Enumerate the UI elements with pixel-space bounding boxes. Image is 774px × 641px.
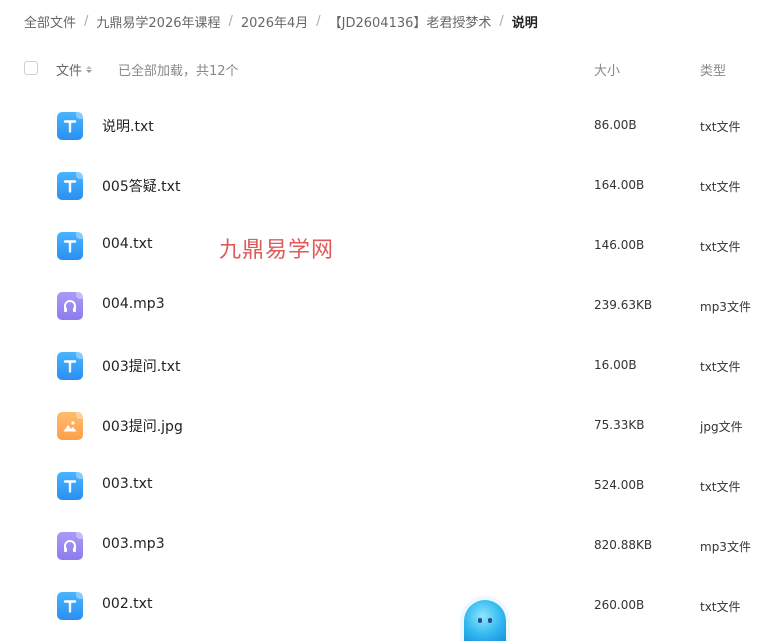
file-type: mp3文件: [700, 300, 751, 314]
breadcrumb-item-all-files[interactable]: 全部文件: [24, 12, 76, 31]
file-name[interactable]: 003提问.jpg: [102, 416, 183, 436]
file-row[interactable]: 说明.txt 86.00B txt文件: [0, 96, 774, 156]
file-name[interactable]: 003.txt: [102, 476, 152, 492]
name-column-label: 文件: [56, 64, 83, 79]
txt-file-icon: [57, 232, 83, 260]
file-type: txt文件: [700, 180, 741, 194]
file-type: txt文件: [700, 600, 741, 614]
file-name[interactable]: 002.txt: [102, 596, 152, 612]
breadcrumb-separator: /: [499, 13, 504, 29]
image-file-icon: [57, 412, 83, 440]
file-name[interactable]: 005答疑.txt: [102, 176, 180, 196]
file-row[interactable]: 002.txt 260.00B txt文件: [0, 576, 774, 636]
file-size: 16.00B: [594, 358, 637, 372]
file-type: txt文件: [700, 480, 741, 494]
breadcrumb: 全部文件 / 九鼎易学2026年课程 / 2026年4月 / 【JD260413…: [24, 9, 538, 33]
file-size: 820.88KB: [594, 538, 653, 552]
file-row[interactable]: 004.txt 146.00B txt文件: [0, 216, 774, 276]
sort-by-name-button[interactable]: 文件: [56, 60, 93, 79]
file-name[interactable]: 003提问.txt: [102, 356, 180, 376]
file-name[interactable]: 004.mp3: [102, 296, 165, 312]
select-all-checkbox[interactable]: [24, 61, 38, 75]
file-row[interactable]: 005答疑.txt 164.00B txt文件: [0, 156, 774, 216]
breadcrumb-separator: /: [84, 13, 89, 29]
file-name[interactable]: 说明.txt: [102, 116, 154, 136]
size-column-label[interactable]: 大小: [594, 60, 620, 79]
breadcrumb-separator: /: [228, 13, 233, 29]
file-row[interactable]: 003提问.txt 16.00B txt文件: [0, 336, 774, 396]
file-type: txt文件: [700, 240, 741, 254]
file-row[interactable]: 003提问.jpg 75.33KB jpg文件: [0, 396, 774, 456]
breadcrumb-item-lesson[interactable]: 【JD2604136】老君授梦术: [329, 12, 492, 31]
file-size: 524.00B: [594, 478, 645, 492]
file-name[interactable]: 004.txt: [102, 236, 152, 252]
file-type: txt文件: [700, 360, 741, 374]
type-column-label[interactable]: 类型: [700, 60, 726, 79]
file-row[interactable]: 003.txt 524.00B txt文件: [0, 456, 774, 516]
sort-icon: [86, 66, 93, 73]
assistant-mascot-icon[interactable]: [464, 600, 506, 641]
breadcrumb-item-month[interactable]: 2026年4月: [241, 12, 308, 31]
breadcrumb-item-course[interactable]: 九鼎易学2026年课程: [96, 12, 220, 31]
txt-file-icon: [57, 352, 83, 380]
file-type: txt文件: [700, 120, 741, 134]
file-name[interactable]: 003.mp3: [102, 536, 165, 552]
watermark-text: 九鼎易学网: [219, 238, 335, 263]
file-size: 86.00B: [594, 118, 637, 132]
mascot-eye: [478, 618, 482, 623]
file-row[interactable]: 004.mp3 239.63KB mp3文件: [0, 276, 774, 336]
breadcrumb-current: 说明: [511, 15, 538, 31]
audio-file-icon: [57, 292, 83, 320]
file-size: 164.00B: [594, 178, 645, 192]
audio-file-icon: [57, 532, 83, 560]
txt-file-icon: [57, 592, 83, 620]
file-list: 说明.txt 86.00B txt文件 005答疑.txt 164.00B tx…: [0, 96, 774, 636]
breadcrumb-separator: /: [316, 13, 321, 29]
file-size: 239.63KB: [594, 298, 653, 312]
file-size: 260.00B: [594, 598, 645, 612]
txt-file-icon: [57, 172, 83, 200]
file-type: mp3文件: [700, 540, 751, 554]
file-size: 146.00B: [594, 238, 645, 252]
txt-file-icon: [57, 472, 83, 500]
file-size: 75.33KB: [594, 418, 645, 432]
txt-file-icon: [57, 112, 83, 140]
mascot-eye: [488, 618, 492, 623]
loaded-count-note: 已全部加载，共12个: [118, 64, 239, 79]
file-row[interactable]: 003.mp3 820.88KB mp3文件: [0, 516, 774, 576]
file-type: jpg文件: [700, 420, 743, 434]
file-list-header: 文件 已全部加载，共12个 大小 类型: [0, 52, 774, 86]
